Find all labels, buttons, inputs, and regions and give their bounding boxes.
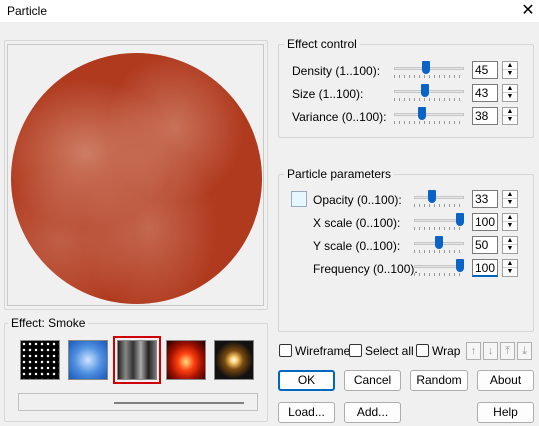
window-title: Particle xyxy=(7,4,48,18)
effect-label: Effect: Smoke xyxy=(8,316,89,330)
wireframe-checkbox[interactable] xyxy=(279,344,292,357)
x-scale-spinner[interactable]: ▲ ▼ xyxy=(502,213,518,231)
variance-label: Variance (0..100): xyxy=(292,110,387,124)
size-label: Size (1..100): xyxy=(292,87,364,101)
move-top-icon[interactable]: ⤒ xyxy=(500,342,515,360)
spin-up-icon[interactable]: ▲ xyxy=(503,214,517,222)
effect-thumbnail-smoke[interactable] xyxy=(113,336,161,384)
title-bar xyxy=(0,0,539,22)
move-down-icon[interactable]: ↓ xyxy=(483,342,498,360)
x-scale-slider-knob[interactable] xyxy=(456,213,464,226)
effect-thumbnail-starburst[interactable] xyxy=(214,340,254,380)
spin-down-icon[interactable]: ▼ xyxy=(503,268,517,276)
size-slider-knob[interactable] xyxy=(421,84,429,97)
y-scale-slider[interactable] xyxy=(414,236,464,256)
y-scale-slider-knob[interactable] xyxy=(435,236,443,249)
effect-thumbnail-stars[interactable] xyxy=(20,340,60,380)
effect-control-title: Effect control xyxy=(284,37,360,51)
load-button[interactable]: Load... xyxy=(278,402,335,423)
y-scale-spinner[interactable]: ▲ ▼ xyxy=(502,236,518,254)
about-button[interactable]: About xyxy=(477,370,534,391)
density-slider-knob[interactable] xyxy=(422,61,430,74)
density-slider[interactable] xyxy=(394,61,464,81)
x-scale-slider[interactable] xyxy=(414,213,464,233)
spin-down-icon[interactable]: ▼ xyxy=(503,222,517,230)
variance-input[interactable]: 38 xyxy=(472,107,498,125)
wrap-label: Wrap xyxy=(432,344,461,358)
x-scale-input[interactable]: 100 xyxy=(472,213,498,231)
spin-down-icon[interactable]: ▼ xyxy=(503,245,517,253)
frequency-spinner[interactable]: ▲ ▼ xyxy=(502,259,518,277)
spin-up-icon[interactable]: ▲ xyxy=(503,85,517,93)
preview-circle xyxy=(11,53,262,304)
frequency-label: Frequency (0..100): xyxy=(313,262,418,276)
close-icon[interactable]: ✕ xyxy=(519,2,537,20)
y-scale-label: Y scale (0..100): xyxy=(313,239,401,253)
spin-down-icon[interactable]: ▼ xyxy=(503,199,517,207)
select-all-label: Select all xyxy=(365,344,414,358)
wrap-checkbox[interactable] xyxy=(416,344,429,357)
scrollbar-thumb[interactable] xyxy=(114,402,244,404)
opacity-label: Opacity (0..100): xyxy=(313,193,402,207)
x-scale-label: X scale (0..100): xyxy=(313,216,401,230)
opacity-input[interactable]: 33 xyxy=(472,190,498,208)
particle-parameters-title: Particle parameters xyxy=(284,167,395,181)
size-slider[interactable] xyxy=(394,84,464,104)
effect-thumbnail-sky[interactable] xyxy=(68,340,108,380)
spin-down-icon[interactable]: ▼ xyxy=(503,93,517,101)
select-all-checkbox[interactable] xyxy=(349,344,362,357)
spin-up-icon[interactable]: ▲ xyxy=(503,62,517,70)
spin-down-icon[interactable]: ▼ xyxy=(503,116,517,124)
size-input[interactable]: 43 xyxy=(472,84,498,102)
effects-scrollbar[interactable] xyxy=(18,393,258,411)
preview-panel xyxy=(7,44,264,306)
opacity-slider-knob[interactable] xyxy=(428,190,436,203)
variance-slider-knob[interactable] xyxy=(418,107,426,120)
frequency-input[interactable]: 100 xyxy=(472,259,498,277)
spin-up-icon[interactable]: ▲ xyxy=(503,237,517,245)
variance-slider[interactable] xyxy=(394,107,464,127)
size-spinner[interactable]: ▲ ▼ xyxy=(502,84,518,102)
move-bottom-icon[interactable]: ⤓ xyxy=(517,342,532,360)
spin-up-icon[interactable]: ▲ xyxy=(503,191,517,199)
y-scale-input[interactable]: 50 xyxy=(472,236,498,254)
cancel-button[interactable]: Cancel xyxy=(344,370,401,391)
effect-thumbnail-fire[interactable] xyxy=(166,340,206,380)
spin-up-icon[interactable]: ▲ xyxy=(503,108,517,116)
spin-down-icon[interactable]: ▼ xyxy=(503,70,517,78)
particle-color-swatch[interactable] xyxy=(291,191,307,207)
spin-up-icon[interactable]: ▲ xyxy=(503,260,517,268)
variance-spinner[interactable]: ▲ ▼ xyxy=(502,107,518,125)
ok-button[interactable]: OK xyxy=(278,370,335,391)
help-button[interactable]: Help xyxy=(477,402,534,423)
wireframe-label: Wireframe xyxy=(295,344,351,358)
opacity-slider[interactable] xyxy=(414,190,464,210)
move-up-icon[interactable]: ↑ xyxy=(466,342,481,360)
add-button[interactable]: Add... xyxy=(344,402,401,423)
density-label: Density (1..100): xyxy=(292,64,381,78)
opacity-spinner[interactable]: ▲ ▼ xyxy=(502,190,518,208)
density-spinner[interactable]: ▲ ▼ xyxy=(502,61,518,79)
frequency-slider-knob[interactable] xyxy=(456,259,464,272)
density-input[interactable]: 45 xyxy=(472,61,498,79)
frequency-slider[interactable] xyxy=(414,259,464,279)
random-button[interactable]: Random xyxy=(410,370,468,391)
